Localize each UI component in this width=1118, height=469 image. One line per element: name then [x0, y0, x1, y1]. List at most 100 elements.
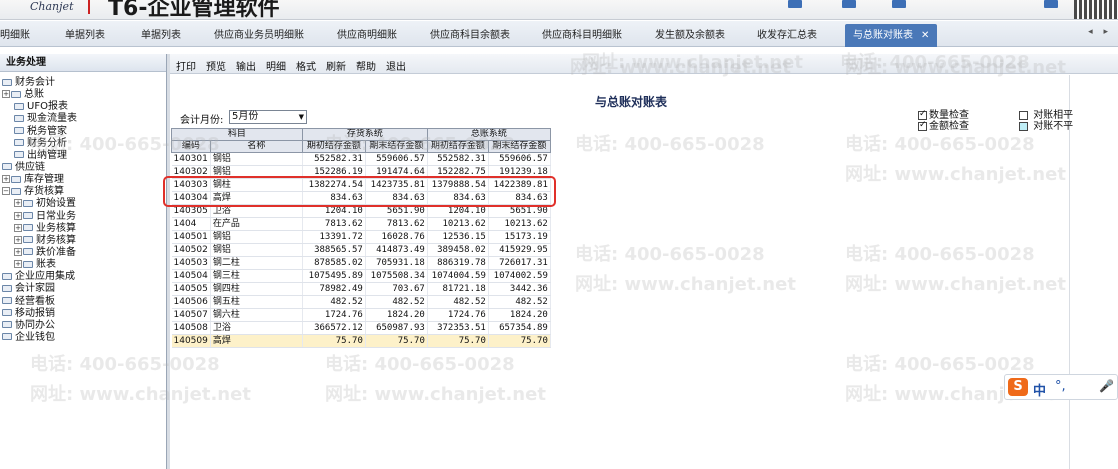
expand-icon[interactable]: + [14, 260, 22, 269]
tree-item-inventory-accounting[interactable]: − 存货核算 [0, 186, 166, 198]
expand-icon[interactable]: + [14, 247, 22, 256]
cell-gl-closing: 3442.36 [488, 282, 551, 296]
tree-item-label: 税务管家 [27, 125, 67, 137]
checkbox-icon[interactable] [918, 120, 927, 131]
cell-inv-closing: 482.52 [365, 295, 428, 309]
chevron-down-icon[interactable]: ▼ [299, 111, 304, 123]
format-button[interactable]: 格式 [296, 58, 316, 73]
tree-item-label: 总账 [24, 89, 44, 101]
preview-button[interactable]: 预览 [206, 58, 226, 73]
table-row[interactable]: 140501 钢铝 13391.72 16028.76 12536.15 15173.19 [171, 230, 551, 244]
detail-button[interactable]: 明细 [266, 58, 286, 73]
table-row[interactable]: 140506 钢五柱 482.52 482.52 482.52 482.52 [171, 295, 551, 309]
table-row[interactable]: 140502 钢铝 388565.57 414873.49 389458.02 41592… [171, 243, 551, 257]
tab-document-list[interactable]: 单据列表 [65, 26, 105, 46]
expand-icon[interactable]: + [14, 223, 22, 232]
tree-item-mobile-expense[interactable]: 移动报销 [0, 308, 166, 320]
amount-check-checkbox[interactable]: 金额检查 [918, 117, 969, 132]
period-label: 会计月份: [180, 115, 224, 126]
table-row[interactable]: 1404 在产品 7813.62 7813.62 10213.62 10213.62 [171, 217, 551, 231]
table-row[interactable]: 140301 钢铝 552582.31 559606.57 552582.31 55960… [171, 152, 551, 166]
table-group-header-row: 科目 存货系统 总账系统 [171, 128, 551, 141]
tree-item-financial-analysis[interactable]: 财务分析 [0, 138, 166, 150]
tree-item-supply-chain[interactable]: 供应链 [0, 162, 166, 174]
period-select[interactable]: 5月份 ▼ [229, 110, 307, 124]
tab-supplier-detail[interactable]: 供应商明细账 [337, 26, 397, 46]
ime-toolbar[interactable]: S 中 °, 🎤 [1004, 374, 1118, 400]
export-button[interactable]: 输出 [236, 58, 256, 73]
help-icon[interactable] [1044, 0, 1058, 8]
cell-code: 140502 [171, 243, 211, 257]
table-row[interactable]: 140505 钢四柱 78982.49 703.67 81721.18 3442.36 [171, 282, 551, 296]
col-name[interactable]: 名称 [209, 140, 303, 153]
cell-code: 140508 [171, 321, 211, 335]
col-gl-opening[interactable]: 期初结存金额 [426, 140, 489, 153]
table-row[interactable]: 140503 钢二柱 878585.02 705931.18 886319.78 7260… [171, 256, 551, 270]
system-icon[interactable] [788, 0, 802, 8]
document-tabbar: 明细账 单据列表 单据列表 供应商业务员明细账 供应商明细账 供应商科目余额表 … [0, 21, 1118, 47]
tree-item-ufo-report[interactable]: UFO报表 [0, 101, 166, 113]
close-icon[interactable]: ✕ [921, 30, 929, 41]
cell-inv-closing: 75.70 [365, 334, 428, 348]
exit-button[interactable]: 退出 [386, 58, 406, 73]
expand-icon[interactable]: + [14, 211, 22, 220]
print-button[interactable]: 打印 [176, 58, 196, 73]
tab-scroll-arrows[interactable]: ◂ ▸ [1088, 27, 1112, 37]
cell-inv-opening: 552582.31 [302, 152, 366, 166]
tab-supplier-subject-detail[interactable]: 供应商科目明细账 [542, 26, 622, 46]
tab-receive-send-summary[interactable]: 收发存汇总表 [757, 26, 817, 46]
cell-code: 140501 [171, 230, 211, 244]
tree-item-enterprise-integration[interactable]: 企业应用集成 [0, 271, 166, 283]
folder-icon [23, 260, 33, 268]
microphone-icon[interactable]: 🎤 [1099, 379, 1114, 393]
col-inv-opening[interactable]: 期初结存金额 [301, 140, 366, 153]
tree-item-reports[interactable]: + 账表 [0, 259, 166, 271]
tab-amount-balance[interactable]: 发生额及余额表 [655, 26, 725, 46]
tab-document-list-2[interactable]: 单据列表 [141, 26, 181, 46]
ime-punctuation-toggle[interactable]: °, [1055, 379, 1066, 394]
table-row[interactable]: 140508 卫浴 366572.12 650987.93 372353.51 65735… [171, 321, 551, 335]
table-row[interactable]: 140507 钢六柱 1724.76 1824.20 1724.76 1824.20 [171, 308, 551, 322]
tree-item-impairment[interactable]: + 跌价准备 [0, 247, 166, 259]
col-gl-closing[interactable]: 期末结存金额 [487, 140, 551, 153]
refresh-button[interactable]: 刷新 [326, 58, 346, 73]
folder-icon [11, 175, 21, 183]
collapse-icon[interactable]: − [2, 187, 10, 196]
expand-icon[interactable]: + [2, 90, 10, 99]
tree-item-finance[interactable]: 财务会计 [0, 77, 166, 89]
cell-gl-opening: 552582.31 [427, 152, 489, 166]
tree-item-collaboration[interactable]: 协同办公 [0, 320, 166, 332]
col-inv-closing[interactable]: 期末结存金额 [364, 140, 428, 153]
tree-item-wallet[interactable]: 企业钱包 [0, 332, 166, 344]
cell-code: 140503 [171, 256, 211, 270]
view-icon[interactable] [842, 0, 856, 8]
ime-mode-toggle[interactable]: 中 [1033, 380, 1046, 399]
tree-item-tax[interactable]: 税务管家 [0, 126, 166, 138]
tab-supplier-salesman-detail[interactable]: 供应商业务员明细账 [214, 26, 304, 46]
table-row[interactable]: 140504 钢三柱 1075495.89 1075508.34 1074004.59 1… [171, 269, 551, 283]
tree-item-accounting-home[interactable]: 会计家园 [0, 283, 166, 295]
tree-item-label: 财务会计 [15, 77, 55, 88]
tree-item-cashflow[interactable]: 现金流量表 [0, 113, 166, 125]
folder-icon [14, 151, 24, 159]
tree-item-initial-setup[interactable]: + 初始设置 [0, 198, 166, 210]
tab-ledger-reconciliation[interactable]: 与总账对账表 ✕ [845, 24, 938, 47]
col-code[interactable]: 编码 [171, 140, 211, 153]
expand-icon[interactable]: + [2, 175, 10, 184]
tree-item-cashier[interactable]: 出纳管理 [0, 150, 166, 162]
expand-icon[interactable]: + [14, 199, 22, 208]
help-button[interactable]: 帮助 [356, 58, 376, 73]
expand-icon[interactable]: + [14, 235, 22, 244]
tree-item-financial-accounting[interactable]: + 财务核算 [0, 235, 166, 247]
tree-item-inventory-mgmt[interactable]: + 库存管理 [0, 174, 166, 186]
tree-item-general-ledger[interactable]: + 总账 [0, 89, 166, 101]
tab-supplier-subject-balance[interactable]: 供应商科目余额表 [430, 26, 510, 46]
table-row[interactable]: 140509 高焊 75.70 75.70 75.70 75.70 [171, 334, 551, 348]
report-toolbar: 打印 预览 输出 明细 格式 刷新 帮助 退出 [170, 54, 1118, 74]
sogou-logo-icon[interactable]: S [1008, 378, 1028, 396]
tree-item-business-accounting[interactable]: + 业务核算 [0, 223, 166, 235]
phone-icon[interactable] [892, 0, 906, 8]
tree-item-dashboard[interactable]: 经营看板 [0, 296, 166, 308]
tree-item-daily-business[interactable]: + 日常业务 [0, 211, 166, 223]
tab-ledger-detail[interactable]: 明细账 [0, 26, 30, 46]
